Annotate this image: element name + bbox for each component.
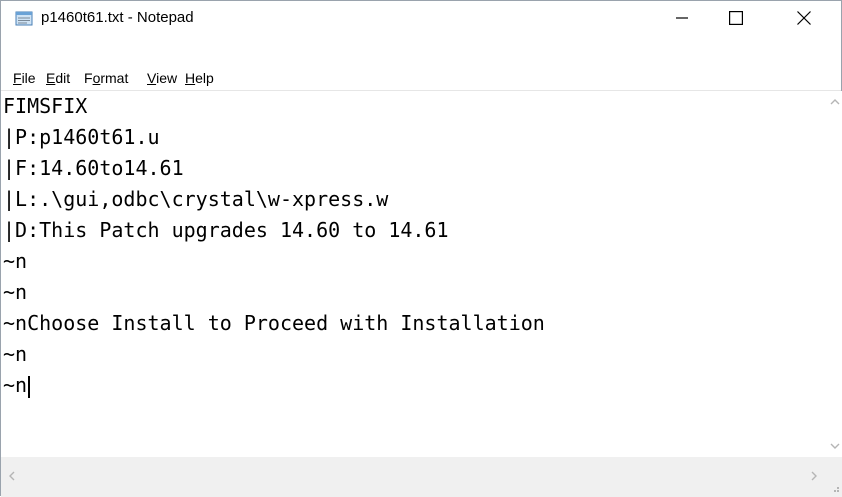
scroll-left-arrow-icon[interactable]	[7, 471, 17, 481]
menu-format-label: rmat	[100, 70, 129, 86]
text-caret	[28, 375, 31, 398]
window-title: p1460t61.txt - Notepad	[41, 9, 194, 26]
notepad-icon	[15, 11, 33, 26]
editor-line: |P:p1460t61.u	[3, 125, 160, 149]
close-button[interactable]	[781, 1, 827, 35]
editor-line: FIMSFIX	[3, 94, 88, 118]
minimize-icon	[676, 17, 688, 19]
editor-line: |F:14.60to14.61	[3, 156, 184, 180]
notepad-window: p1460t61.txt - Notepad File Edit Format …	[0, 0, 842, 497]
editor-line: |L:.\gui,odbc\crystal\w-xpress.w	[3, 187, 389, 211]
editor-line: ~n	[3, 342, 28, 366]
close-icon	[797, 11, 811, 25]
editor-line: ~nChoose Install to Proceed with Install…	[3, 311, 545, 335]
menu-edit-label: dit	[55, 70, 71, 86]
vertical-scrollbar[interactable]	[827, 91, 842, 457]
menu-edit[interactable]: Edit	[46, 70, 70, 86]
editor-line: ~n	[3, 280, 28, 304]
maximize-button[interactable]	[713, 1, 759, 35]
horizontal-scrollbar[interactable]	[1, 457, 827, 497]
editor-line: ~n	[3, 249, 28, 273]
editor-line-text: ~n	[3, 373, 28, 397]
minimize-button[interactable]	[659, 1, 705, 35]
menu-help[interactable]: Help	[185, 70, 214, 86]
editor-line-last: ~n	[3, 370, 31, 400]
menu-file-mnemonic: F	[13, 70, 22, 86]
text-editor[interactable]: FIMSFIX |P:p1460t61.u |F:14.60to14.61 |L…	[1, 91, 827, 457]
menu-help-label: elp	[195, 70, 214, 86]
scroll-right-arrow-icon[interactable]	[809, 471, 819, 481]
editor-line: |D:This Patch upgrades 14.60 to 14.61	[3, 218, 449, 242]
resize-grip-icon	[834, 487, 839, 492]
menu-view[interactable]: View	[147, 70, 177, 86]
resize-grip[interactable]	[827, 457, 842, 497]
menu-edit-mnemonic: E	[46, 70, 56, 86]
scroll-up-arrow-icon[interactable]	[830, 97, 840, 107]
scroll-down-arrow-icon[interactable]	[830, 441, 840, 451]
menu-file-label: ile	[21, 70, 36, 86]
menu-view-label: iew	[156, 70, 178, 86]
menu-bar: File Edit Format View Help	[1, 64, 841, 88]
maximize-icon	[729, 11, 743, 25]
title-bar[interactable]: p1460t61.txt - Notepad	[1, 1, 841, 35]
menu-file[interactable]: File	[13, 70, 36, 86]
menu-format-prefix: F	[84, 70, 93, 86]
menu-format[interactable]: Format	[84, 70, 128, 86]
menu-view-mnemonic: V	[147, 70, 157, 86]
menu-help-mnemonic: H	[185, 70, 196, 86]
